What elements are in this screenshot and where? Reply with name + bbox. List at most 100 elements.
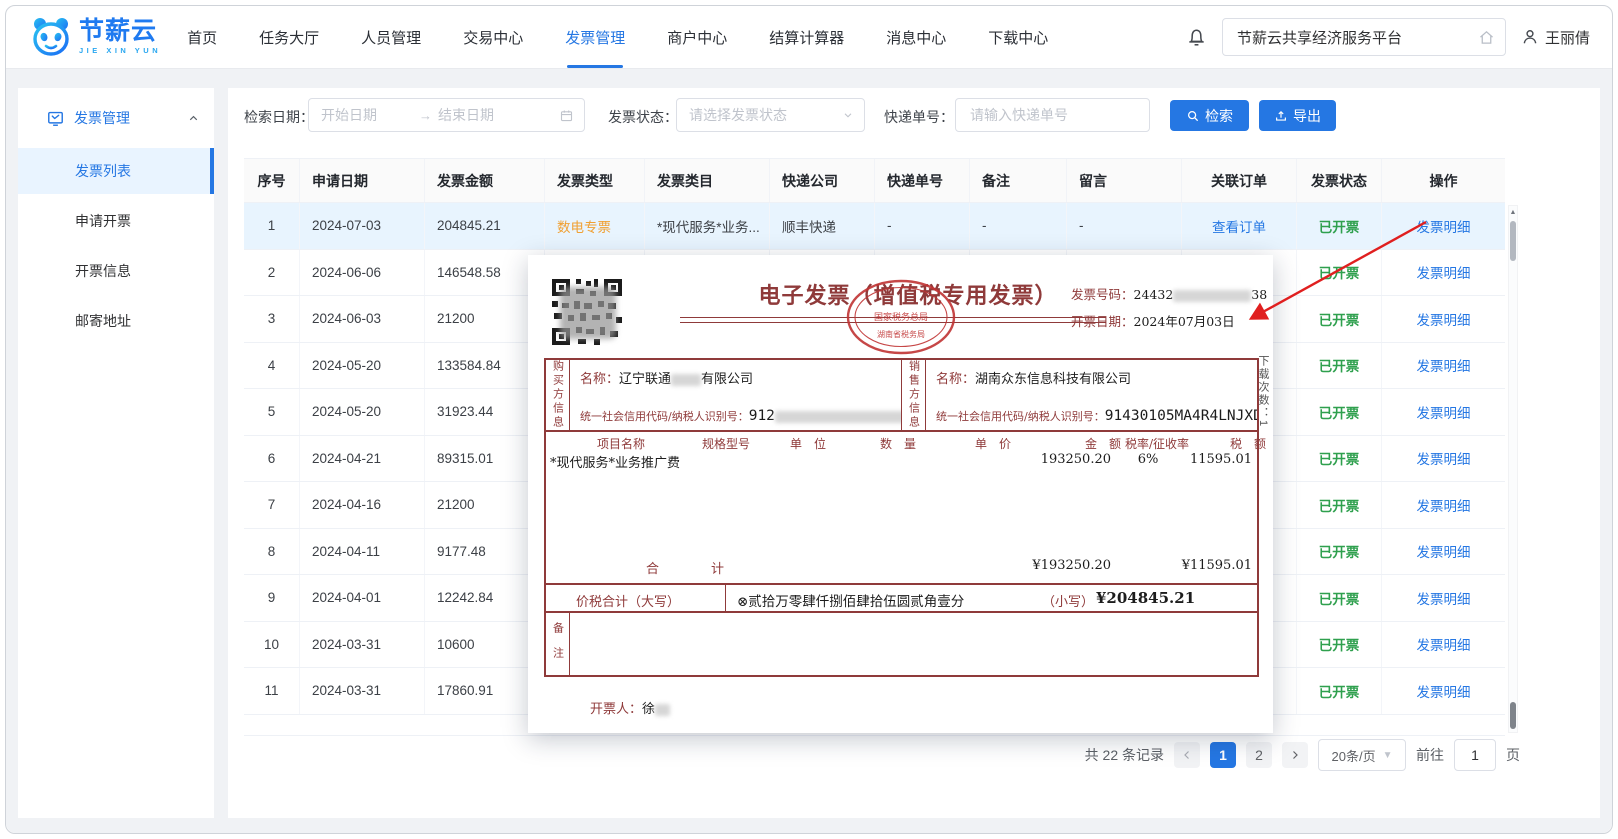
sidebar-item-3[interactable]: 邮寄地址 (18, 298, 214, 344)
pagination-next-button[interactable] (1282, 742, 1308, 768)
cell-amount: 10600 (425, 622, 545, 668)
user-icon (1520, 27, 1540, 47)
home-icon (1478, 29, 1495, 46)
cell-seq: 11 (244, 668, 300, 714)
sidebar-item-0[interactable]: 发票列表 (18, 148, 214, 194)
top-nav: 首页任务大厅人员管理交易中心发票管理商户中心结算计算器消息中心下载中心 (187, 6, 1048, 68)
status-badge: 已开票 (1297, 436, 1382, 482)
pagination-page-1[interactable]: 1 (1210, 742, 1236, 768)
invoice-detail-link[interactable]: 发票明细 (1382, 482, 1505, 528)
table-scrollbar[interactable]: ▲ (1508, 205, 1518, 733)
pagination-prev-button[interactable] (1174, 742, 1200, 768)
sidebar-group-invoice-management[interactable]: 发票管理 (18, 88, 214, 144)
cell-date: 2024-06-06 (300, 250, 425, 296)
status-badge: 已开票 (1297, 529, 1382, 575)
nav-item-8[interactable]: 下载中心 (988, 6, 1048, 68)
status-badge: 已开票 (1297, 389, 1382, 435)
item-column-header-5: 金 额 (1085, 435, 1121, 452)
scrollbar-thumb[interactable] (1510, 221, 1516, 261)
invoice-detail-link[interactable]: 发票明细 (1382, 529, 1505, 575)
page-size-select[interactable]: 20条/页 ▼ (1318, 739, 1406, 771)
column-header-courier: 快递公司 (770, 159, 875, 202)
goto-page-input[interactable] (1454, 739, 1496, 771)
column-header-type: 发票类型 (545, 159, 645, 202)
invoice-number-suffix: 38 (1251, 287, 1267, 302)
chevron-left-icon (1181, 749, 1193, 761)
scroll-up-arrow-icon[interactable]: ▲ (1509, 209, 1517, 216)
scroll-down-button[interactable] (1510, 702, 1516, 729)
invoice-detail-link[interactable]: 发票明细 (1382, 436, 1505, 482)
view-order-link[interactable]: 查看订单 (1182, 203, 1297, 249)
item-column-header-1: 规格型号 (702, 435, 750, 452)
nav-item-2[interactable]: 人员管理 (361, 6, 421, 68)
item-name: *现代服务*业务推广费 (550, 452, 680, 471)
column-header-status: 发票状态 (1297, 159, 1382, 202)
invoice-number-line: 发票号码：2443238 (1071, 281, 1267, 308)
platform-select-value: 节薪云共享经济服务平台 (1237, 27, 1402, 48)
status-badge: 已开票 (1297, 668, 1382, 714)
end-date-input[interactable] (436, 106, 532, 124)
cell-date: 2024-07-03 (300, 203, 425, 249)
search-button[interactable]: 检索 (1170, 100, 1249, 131)
nav-item-5[interactable]: 商户中心 (667, 6, 727, 68)
cell-type: 数电专票 (545, 203, 645, 249)
sidebar-item-1[interactable]: 申请开票 (18, 198, 214, 244)
item-amount: 193250.20 (1041, 452, 1111, 467)
column-header-tracking: 快递单号 (875, 159, 970, 202)
tax-stamp: 国家税务总局 湖南省税务局 (844, 277, 958, 357)
invoice-detail-link[interactable]: 发票明细 (1382, 203, 1505, 249)
user-menu[interactable]: 王丽倩 (1520, 27, 1590, 48)
invoice-detail-link[interactable]: 发票明细 (1382, 343, 1505, 389)
nav-item-4[interactable]: 发票管理 (565, 6, 625, 68)
invoice-detail-link[interactable]: 发票明细 (1382, 250, 1505, 296)
cell-date: 2024-03-31 (300, 622, 425, 668)
nav-item-1[interactable]: 任务大厅 (259, 6, 319, 68)
logo[interactable]: 节薪云 JIE XIN YUN (30, 15, 161, 59)
nav-item-6[interactable]: 结算计算器 (769, 6, 844, 68)
topbar-right: 节薪云共享经济服务平台 王丽倩 (1185, 18, 1590, 56)
seller-code-value: 91430105MA4R4LNJXD (1105, 408, 1257, 424)
date-range-picker[interactable]: → (308, 98, 585, 132)
total-label: 合 计 (646, 558, 724, 577)
cell-date: 2024-03-31 (300, 668, 425, 714)
column-header-action: 操作 (1382, 159, 1505, 202)
notification-bell-icon[interactable] (1185, 26, 1208, 49)
grand-total-words: ⊗贰拾万零肆仟捌佰肆拾伍圆贰角壹分 (737, 590, 964, 610)
invoice-detail-link[interactable]: 发票明细 (1382, 622, 1505, 668)
invoice-detail-link[interactable]: 发票明细 (1382, 296, 1505, 342)
start-date-input[interactable] (319, 106, 415, 124)
nav-item-0[interactable]: 首页 (187, 6, 217, 68)
search-icon (1186, 109, 1200, 123)
table-row-1[interactable]: 12024-07-03204845.21数电专票*现代服务*业务...顺丰快递-… (244, 203, 1505, 250)
buyer-name-label: 名称： (580, 372, 619, 387)
invoice-detail-link[interactable]: 发票明细 (1382, 668, 1505, 714)
cell-seq: 2 (244, 250, 300, 296)
nav-item-3[interactable]: 交易中心 (463, 6, 523, 68)
cell-seq: 3 (244, 296, 300, 342)
cell-seq: 4 (244, 343, 300, 389)
item-column-header-2: 单 位 (790, 435, 826, 452)
sidebar-item-2[interactable]: 开票信息 (18, 248, 214, 294)
search-button-label: 检索 (1205, 106, 1233, 126)
goto-label: 前往 (1416, 745, 1444, 765)
download-count: 下载次数：1 (1255, 355, 1271, 428)
invoice-status-select[interactable]: 请选择发票状态 (676, 98, 865, 132)
invoice-detail-link[interactable]: 发票明细 (1382, 575, 1505, 621)
cell-date: 2024-06-03 (300, 296, 425, 342)
column-header-order: 关联订单 (1182, 159, 1297, 202)
export-button[interactable]: 导出 (1259, 100, 1336, 131)
platform-select[interactable]: 节薪云共享经济服务平台 (1222, 18, 1506, 56)
grand-total-row: 价税合计（大写） ⊗贰拾万零肆仟捌佰肆拾伍圆贰角壹分 （小写） ¥204845.… (544, 585, 1259, 613)
remark-box: 备注 (544, 613, 1259, 677)
tracking-number-input[interactable] (968, 106, 1137, 124)
seller-name-label: 名称： (936, 372, 975, 387)
nav-item-7[interactable]: 消息中心 (886, 6, 946, 68)
cell-remark: - (970, 203, 1067, 249)
cell-seq: 7 (244, 482, 300, 528)
record-count: 共 22 条记录 (1085, 745, 1164, 765)
cell-amount: 21200 (425, 482, 545, 528)
seller-info: 名称：湖南众东信息科技有限公司 统一社会信用代码/纳税人识别号：91430105… (926, 360, 1257, 430)
invoice-detail-link[interactable]: 发票明细 (1382, 389, 1505, 435)
pagination-page-2[interactable]: 2 (1246, 742, 1272, 768)
table-header: 序号申请日期发票金额发票类型发票类目快递公司快递单号备注留言关联订单发票状态操作 (244, 158, 1505, 203)
